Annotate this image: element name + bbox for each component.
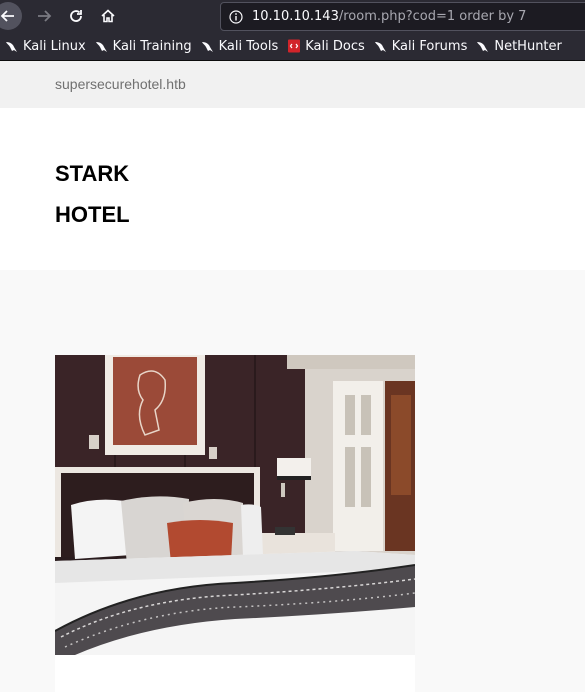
arrow-right-icon: [38, 10, 52, 22]
back-button[interactable]: [0, 2, 22, 30]
kali-dragon-icon: [201, 42, 213, 52]
bookmark-label: Kali Training: [112, 38, 192, 54]
site-top-bar: supersecurehotel.htb: [0, 61, 585, 108]
url-path: /room.php?cod=1 order by 7: [338, 9, 527, 24]
kali-dragon-icon: [477, 42, 489, 52]
room-card: [55, 355, 415, 692]
url-bar[interactable]: 10.10.10.143/room.php?cod=1 order by 7: [220, 2, 585, 31]
main-content: [0, 270, 585, 692]
bookmark-label: Kali Docs: [305, 38, 365, 54]
site-title[interactable]: STARK HOTEL: [55, 153, 175, 235]
bookmark-nethunter[interactable]: NetHunter: [476, 39, 562, 54]
arrow-left-icon: [0, 10, 14, 22]
site-header: STARK HOTEL: [0, 108, 585, 270]
kali-dragon-icon: [374, 42, 386, 52]
bookmark-kali-tools[interactable]: Kali Tools: [201, 38, 279, 54]
kali-dragon-icon: [95, 42, 107, 52]
site-domain: supersecurehotel.htb: [55, 76, 186, 92]
bookmark-kali-linux[interactable]: Kali Linux: [5, 39, 86, 54]
bookmark-label: Kali Forums: [391, 38, 468, 54]
room-photo: [55, 355, 415, 655]
bookmark-label: NetHunter: [494, 38, 562, 54]
bookmark-kali-forums[interactable]: Kali Forums: [374, 38, 468, 54]
reload-button[interactable]: [62, 2, 90, 30]
bookmark-label: Kali Linux: [23, 38, 86, 54]
reload-icon: [70, 10, 82, 22]
kali-dragon-icon: [6, 42, 17, 52]
forward-button[interactable]: [30, 2, 58, 30]
bookmark-kali-training[interactable]: Kali Training: [95, 39, 192, 54]
kali-docs-icon: [288, 39, 301, 53]
bookmark-kali-docs[interactable]: Kali Docs: [287, 39, 365, 54]
bookmarks-bar: Kali Linux Kali Training Kali Tools Kali…: [0, 32, 585, 61]
browser-toolbar: 10.10.10.143/room.php?cod=1 order by 7: [0, 0, 585, 32]
bookmark-label: Kali Tools: [218, 38, 279, 54]
home-icon: [101, 9, 115, 23]
info-icon[interactable]: [229, 9, 243, 24]
home-button[interactable]: [94, 2, 122, 30]
url-host: 10.10.10.143: [252, 9, 339, 24]
